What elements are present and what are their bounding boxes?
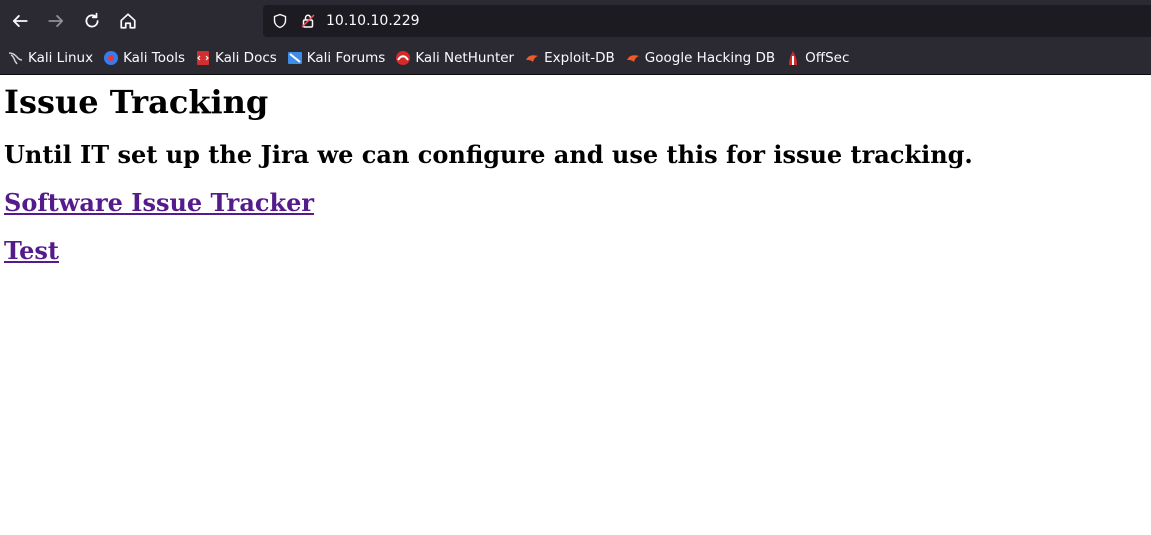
software-issue-tracker-link[interactable]: Software Issue Tracker [4,188,1147,218]
back-button[interactable] [2,3,38,39]
exploit-db-icon [524,50,540,66]
bookmark-kali-docs[interactable]: Kali Docs [195,50,277,66]
ghdb-icon [625,50,641,66]
offsec-icon [785,50,801,66]
forward-arrow-icon [48,15,64,27]
home-button[interactable] [110,3,146,39]
kali-nethunter-icon [395,50,411,66]
kali-forums-icon [287,50,303,66]
home-icon [120,13,136,29]
bookmark-kali-tools[interactable]: Kali Tools [103,50,185,66]
url-text[interactable]: 10.10.10.229 [326,13,420,29]
bookmark-kali-forums[interactable]: Kali Forums [287,50,385,66]
browser-chrome: 10.10.10.229 Kali Linux Kali Tools Kali … [0,0,1151,75]
bookmark-google-hacking-db[interactable]: Google Hacking DB [625,50,775,66]
kali-docs-icon [195,50,211,66]
page-title: Issue Tracking [4,83,269,121]
reload-button[interactable] [74,3,110,39]
navigation-toolbar: 10.10.10.229 [0,0,1151,42]
page-subtitle: Until IT set up the Jira we can configur… [4,140,973,169]
address-bar[interactable]: 10.10.10.229 [263,5,1151,37]
page-content: Issue Tracking Until IT set up the Jira … [0,84,1151,266]
bookmarks-toolbar: Kali Linux Kali Tools Kali Docs Kali For… [0,42,1151,73]
tracking-protection-shield-icon[interactable] [272,13,288,29]
back-arrow-icon [12,15,28,27]
reload-icon [85,12,99,28]
bookmark-kali-nethunter[interactable]: Kali NetHunter [395,50,514,66]
forward-button[interactable] [38,3,74,39]
bookmark-kali-linux[interactable]: Kali Linux [8,50,93,66]
kali-tools-icon [103,50,119,66]
kali-dragon-icon [8,50,24,66]
insecure-lock-icon[interactable] [300,13,316,29]
bookmark-offsec[interactable]: OffSec [785,50,849,66]
bookmark-exploit-db[interactable]: Exploit-DB [524,50,615,66]
test-link[interactable]: Test [4,236,1147,266]
